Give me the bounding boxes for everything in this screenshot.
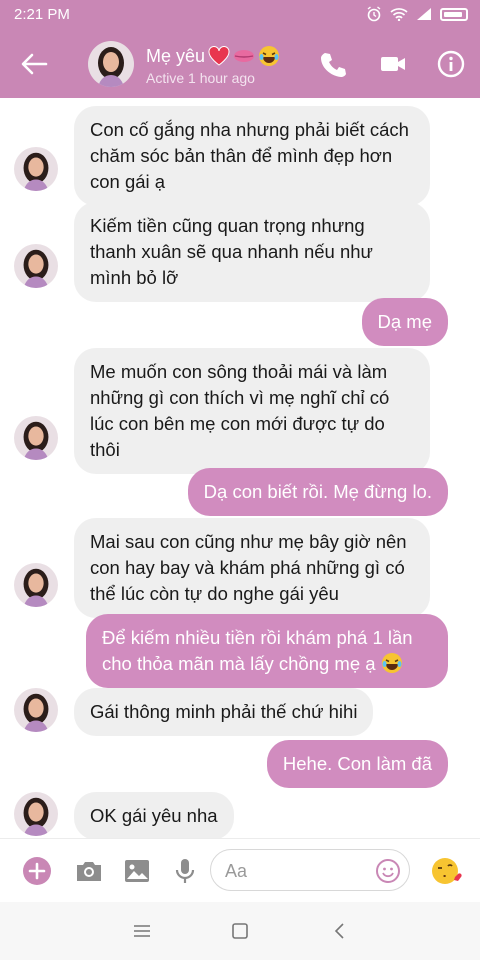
- status-icons: [366, 6, 468, 22]
- sender-avatar[interactable]: [14, 688, 58, 732]
- composer-bar: Aa: [0, 838, 480, 902]
- outgoing-message[interactable]: Dạ con biết rồi. Mẹ đừng lo.: [187, 468, 448, 516]
- incoming-message[interactable]: Me muốn con sông thoải mái và làm những …: [74, 348, 430, 474]
- battery-icon: [440, 7, 468, 21]
- kiss-lips-emoji-icon: [234, 50, 255, 62]
- laughing-emoji-icon: [381, 653, 402, 673]
- sender-avatar[interactable]: [14, 244, 58, 288]
- microphone-icon[interactable]: [170, 856, 200, 886]
- contact-avatar[interactable]: [88, 41, 134, 87]
- laughing-emoji-icon: [259, 46, 280, 66]
- sender-avatar[interactable]: [14, 147, 58, 191]
- phone-icon[interactable]: [318, 49, 348, 79]
- contact-status: Active 1 hour ago: [146, 70, 255, 86]
- heart-emoji-icon: [208, 46, 230, 66]
- outgoing-message[interactable]: Hehe. Con làm đã: [266, 740, 448, 788]
- message-input-placeholder: Aa: [225, 861, 248, 881]
- sender-avatar[interactable]: [14, 792, 58, 836]
- incoming-message[interactable]: Gái thông minh phải thế chứ hihi: [74, 688, 374, 736]
- alarm-icon: [367, 6, 381, 22]
- chat-header: Mẹ yêu Active 1 hour ago: [0, 30, 480, 98]
- outgoing-message-text: Để kiếm nhiều tiền rồi khám phá 1 lần ch…: [102, 627, 413, 674]
- system-navigation-bar: [0, 902, 480, 960]
- outgoing-message[interactable]: Để kiếm nhiều tiền rồi khám phá 1 lần ch…: [86, 614, 448, 688]
- signal-icon: [417, 8, 431, 20]
- back-arrow-icon[interactable]: [18, 50, 50, 78]
- winking-kiss-emoji-icon[interactable]: [430, 855, 462, 887]
- incoming-message[interactable]: Kiếm tiền cũng quan trọng nhưng thanh xu…: [74, 202, 430, 302]
- wifi-icon: [390, 8, 408, 21]
- camera-icon[interactable]: [74, 856, 104, 886]
- incoming-message[interactable]: Con cố gắng nha nhưng phải biết cách chă…: [74, 106, 430, 206]
- info-icon[interactable]: [436, 49, 466, 79]
- incoming-message[interactable]: OK gái yêu nha: [74, 792, 234, 840]
- outgoing-message[interactable]: Dạ mẹ: [361, 298, 448, 346]
- emoji-icon[interactable]: [375, 858, 401, 884]
- status-bar: 2:21 PM: [0, 0, 480, 30]
- contact-name-text: Mẹ yêu: [146, 45, 206, 66]
- image-icon[interactable]: [122, 856, 152, 886]
- sender-avatar[interactable]: [14, 416, 58, 460]
- plus-icon[interactable]: [22, 856, 52, 886]
- message-list[interactable]: Con cố gắng nha nhưng phải biết cách chă…: [0, 98, 480, 840]
- back-icon[interactable]: [329, 920, 351, 942]
- home-icon[interactable]: [229, 920, 251, 942]
- video-camera-icon[interactable]: [378, 49, 408, 79]
- status-time: 2:21 PM: [14, 6, 70, 23]
- sender-avatar[interactable]: [14, 563, 58, 607]
- menu-icon[interactable]: [131, 920, 153, 942]
- incoming-message[interactable]: Mai sau con cũng như mẹ bây giờ nên con …: [74, 518, 430, 618]
- contact-name[interactable]: Mẹ yêu: [146, 45, 280, 67]
- message-input[interactable]: Aa: [210, 849, 410, 891]
